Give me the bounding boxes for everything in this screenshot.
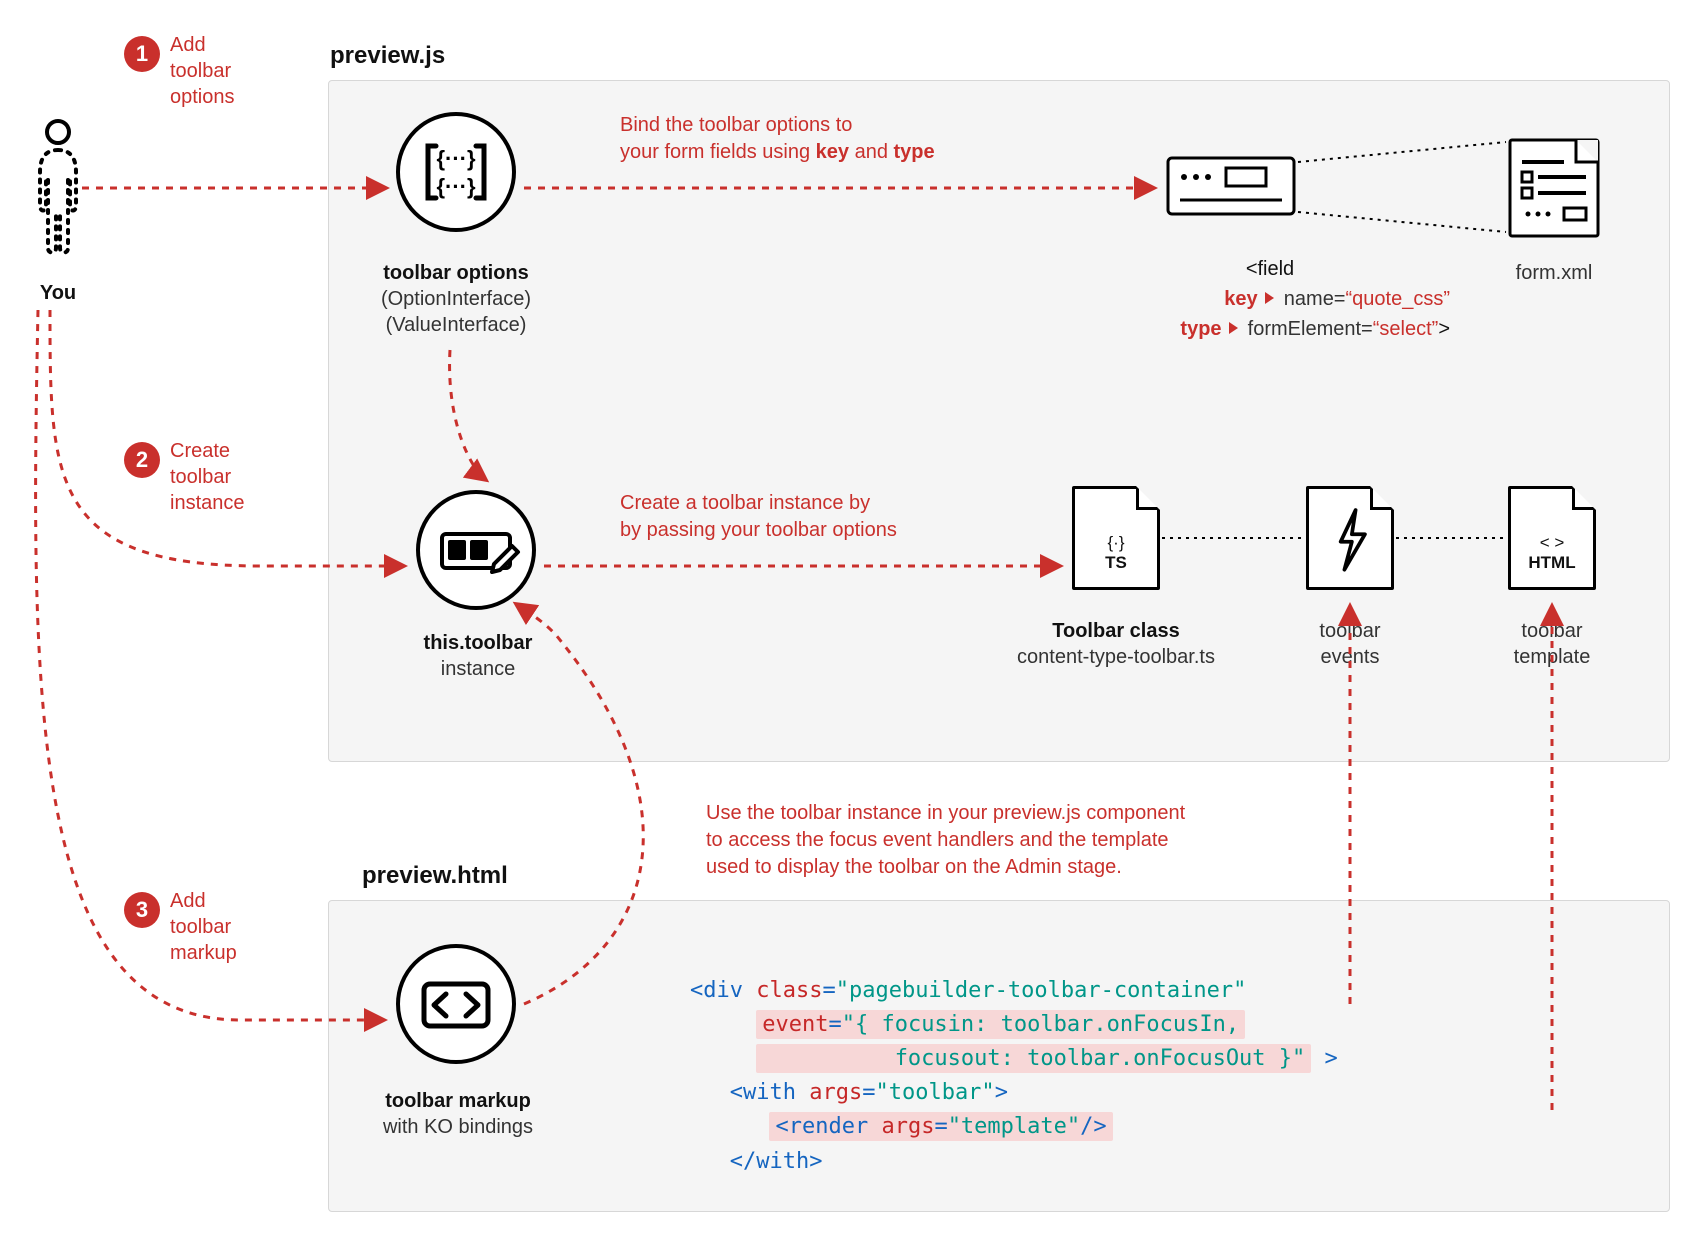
toolbar-events-icon bbox=[1306, 486, 1394, 590]
toolbar-class-caption: Toolbar class content-type-toolbar.ts bbox=[998, 618, 1234, 670]
panel-title-preview-html: preview.html bbox=[362, 862, 508, 890]
toolbar-options-icon: {···} {···} bbox=[396, 112, 516, 232]
toolbar-instance-caption: this.toolbar instance bbox=[390, 630, 566, 682]
form-xml-icon bbox=[1508, 138, 1600, 238]
person-icon bbox=[36, 120, 80, 260]
toolbar-class-icon: {·}TS bbox=[1072, 486, 1160, 590]
form-xml-caption: form.xml bbox=[1498, 260, 1610, 286]
toolbar-template-caption: toolbar template bbox=[1480, 618, 1624, 670]
note-use: Use the toolbar instance in your preview… bbox=[706, 800, 1185, 881]
field-code: <field key name=“quote_css” type formEle… bbox=[1070, 254, 1450, 344]
step-2-badge: 2 bbox=[124, 442, 160, 478]
step-1-badge: 1 bbox=[124, 36, 160, 72]
note-bind: Bind the toolbar options to your form fi… bbox=[620, 112, 935, 166]
toolbar-template-icon: < >HTML bbox=[1508, 486, 1596, 590]
toolbar-options-caption: toolbar options (OptionInterface) (Value… bbox=[348, 260, 564, 338]
svg-text:{···}: {···} bbox=[436, 174, 476, 199]
diagram-canvas: preview.js preview.html You 1 Addtoolbar… bbox=[0, 0, 1702, 1240]
field-box-icon bbox=[1166, 156, 1296, 216]
code-block: <div class="pagebuilder-toolbar-containe… bbox=[690, 940, 1338, 1213]
step-1-text: Addtoolbaroptions bbox=[170, 32, 235, 110]
actor-label: You bbox=[10, 280, 106, 306]
toolbar-instance-icon bbox=[416, 490, 536, 610]
toolbar-markup-icon bbox=[396, 944, 516, 1064]
panel-title-preview-js: preview.js bbox=[330, 42, 445, 70]
toolbar-markup-caption: toolbar markup with KO bindings bbox=[360, 1088, 556, 1140]
step-2-text: Createtoolbarinstance bbox=[170, 438, 245, 516]
step-3-text: Addtoolbarmarkup bbox=[170, 888, 237, 966]
toolbar-events-caption: toolbar events bbox=[1282, 618, 1418, 670]
step-3-badge: 3 bbox=[124, 892, 160, 928]
note-create: Create a toolbar instance byby passing y… bbox=[620, 490, 897, 544]
svg-text:{···}: {···} bbox=[436, 146, 476, 171]
